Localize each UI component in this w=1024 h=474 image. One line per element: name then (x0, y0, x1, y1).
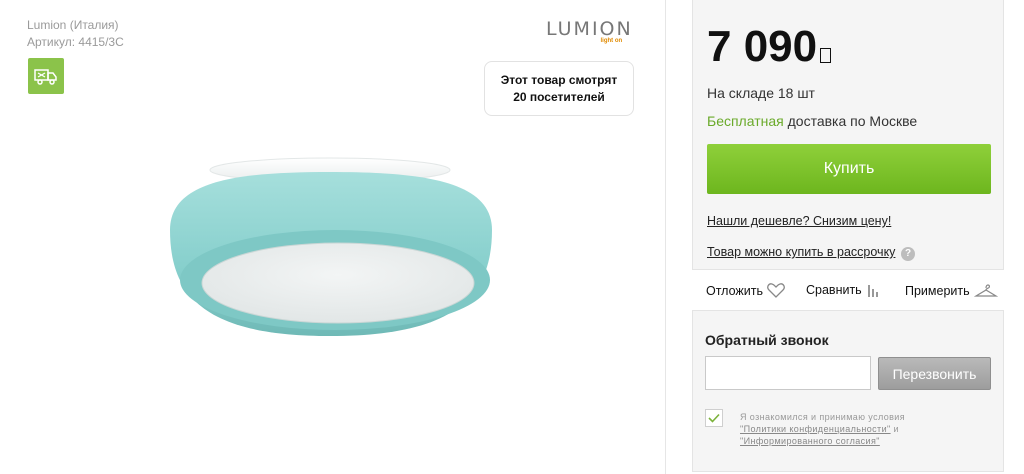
delivery-truck-icon (28, 58, 64, 94)
installment-link[interactable]: Товар можно купить в рассрочку (707, 245, 895, 259)
viewers-counter: Этот товар смотрят 20 посетителей (484, 61, 634, 116)
compare-label: Сравнить (806, 283, 862, 297)
hanger-icon (973, 284, 998, 297)
product-image[interactable] (160, 150, 500, 355)
delivery-info: Бесплатная доставка по Москве (707, 113, 917, 129)
callback-title: Обратный звонок (705, 332, 829, 348)
found-cheaper-link[interactable]: Нашли дешевле? Снизим цену! (707, 214, 891, 228)
consent-line: Я ознакомился и принимаю условия (740, 412, 906, 422)
product-gallery: Lumion (Италия) Артикул: 4415/3C LUMION … (0, 0, 666, 474)
price: 7 090 (707, 22, 832, 72)
buy-button[interactable]: Купить (707, 144, 991, 194)
consent-and: и (890, 424, 899, 434)
wishlist-action[interactable]: Отложить (706, 283, 785, 298)
callback-button[interactable]: Перезвонить (878, 357, 991, 390)
brand-line: Lumion (Италия) (27, 18, 119, 32)
logo-text: LUMION (546, 18, 633, 40)
sku-line: Артикул: 4415/3C (27, 35, 124, 49)
tryon-action[interactable]: Примерить (905, 283, 998, 299)
heart-icon (767, 283, 785, 298)
checkmark-icon (708, 413, 720, 423)
help-icon[interactable]: ? (901, 247, 915, 261)
brand-logo: LUMION light on (546, 18, 633, 44)
callback-box: Обратный звонок Перезвонить Я ознакомилс… (692, 310, 1004, 472)
stock-status: На складе 18 шт (707, 85, 815, 101)
wishlist-label: Отложить (706, 283, 764, 298)
currency-glyph (820, 48, 832, 63)
privacy-policy-link[interactable]: "Политики конфиденциальности" (740, 424, 891, 434)
product-actions: Отложить Сравнить Примерить (692, 272, 1004, 310)
compare-action[interactable]: Сравнить (806, 283, 880, 297)
compare-bars-icon (867, 285, 878, 297)
tryon-label: Примерить (905, 284, 970, 298)
price-value: 7 090 (707, 22, 818, 71)
informed-consent-link[interactable]: "Информированного согласия" (740, 436, 880, 446)
consent-checkbox[interactable] (705, 409, 723, 427)
delivery-rest: доставка по Москве (783, 113, 918, 129)
column-divider (665, 0, 666, 474)
free-word: Бесплатная (707, 113, 784, 129)
buy-box: 7 090 На складе 18 шт Бесплатная доставк… (692, 0, 1004, 270)
consent-text: Я ознакомился и принимаю условия "Полити… (740, 411, 990, 447)
phone-input[interactable] (705, 356, 871, 390)
